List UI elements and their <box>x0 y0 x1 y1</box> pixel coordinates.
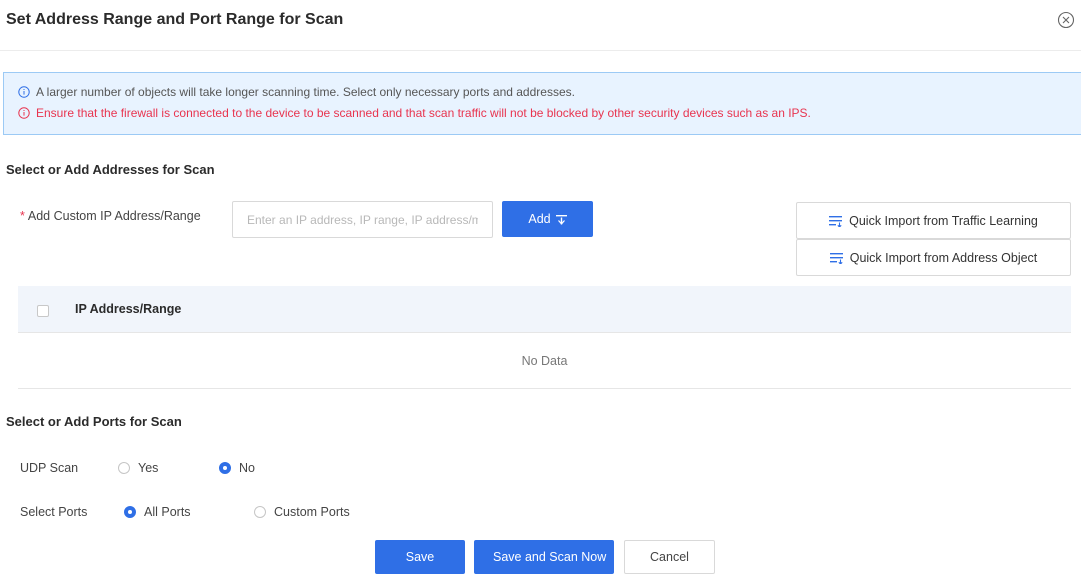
radio-checked-icon <box>219 462 231 474</box>
import-address-object-button[interactable]: Quick Import from Address Object <box>796 239 1071 276</box>
list-import-icon <box>829 252 843 264</box>
custom-ip-label: * Add Custom IP Address/Range <box>20 209 201 223</box>
add-import-icon <box>555 214 567 225</box>
save-button[interactable]: Save <box>375 540 465 574</box>
import-traffic-label: Quick Import from Traffic Learning <box>849 213 1038 228</box>
radio-unchecked-icon <box>254 506 266 518</box>
info-circle-icon <box>18 86 30 98</box>
info-circle-icon <box>18 107 30 119</box>
notice-line-warning: Ensure that the firewall is connected to… <box>18 106 811 120</box>
dialog-title: Set Address Range and Port Range for Sca… <box>6 11 344 28</box>
select-ports-label: Select Ports <box>20 505 88 519</box>
custom-ports-radio[interactable]: Custom Ports <box>254 505 350 519</box>
radio-unchecked-icon <box>118 462 130 474</box>
add-button[interactable]: Add <box>502 201 593 237</box>
column-header-ip-range: IP Address/Range <box>75 302 182 316</box>
select-all-checkbox[interactable] <box>37 305 49 317</box>
notice-line-info: A larger number of objects will take lon… <box>18 85 575 99</box>
addresses-section-title: Select or Add Addresses for Scan <box>6 162 215 177</box>
udp-scan-label: UDP Scan <box>20 461 79 475</box>
ports-section-title: Select or Add Ports for Scan <box>6 414 182 429</box>
no-data-text: No Data <box>521 353 568 368</box>
all-ports-radio[interactable]: All Ports <box>124 505 191 519</box>
table-header: IP Address/Range <box>18 286 1071 333</box>
udp-no-label: No <box>239 461 255 475</box>
custom-ip-label-text: Add Custom IP Address/Range <box>27 209 201 223</box>
all-ports-label: All Ports <box>144 505 191 519</box>
ip-address-input[interactable] <box>232 201 493 238</box>
udp-scan-yes-radio[interactable]: Yes <box>118 461 158 475</box>
cancel-button[interactable]: Cancel <box>624 540 715 574</box>
udp-scan-no-radio[interactable]: No <box>219 461 255 475</box>
import-traffic-learning-button[interactable]: Quick Import from Traffic Learning <box>796 202 1071 239</box>
required-mark: * <box>20 209 25 223</box>
udp-yes-label: Yes <box>138 461 159 475</box>
import-address-label: Quick Import from Address Object <box>849 250 1038 265</box>
notice-text-2: Ensure that the firewall is connected to… <box>36 106 811 120</box>
info-notice: A larger number of objects will take lon… <box>3 72 1081 135</box>
custom-ports-label: Custom Ports <box>274 505 350 519</box>
radio-checked-icon <box>124 506 136 518</box>
title-divider <box>0 50 1081 51</box>
list-import-icon <box>829 215 843 227</box>
close-icon[interactable] <box>1057 11 1075 29</box>
table-empty-state: No Data <box>18 333 1071 389</box>
add-button-label: Add <box>528 212 551 226</box>
notice-text-1: A larger number of objects will take lon… <box>36 85 575 99</box>
save-and-scan-button[interactable]: Save and Scan Now <box>474 540 614 574</box>
